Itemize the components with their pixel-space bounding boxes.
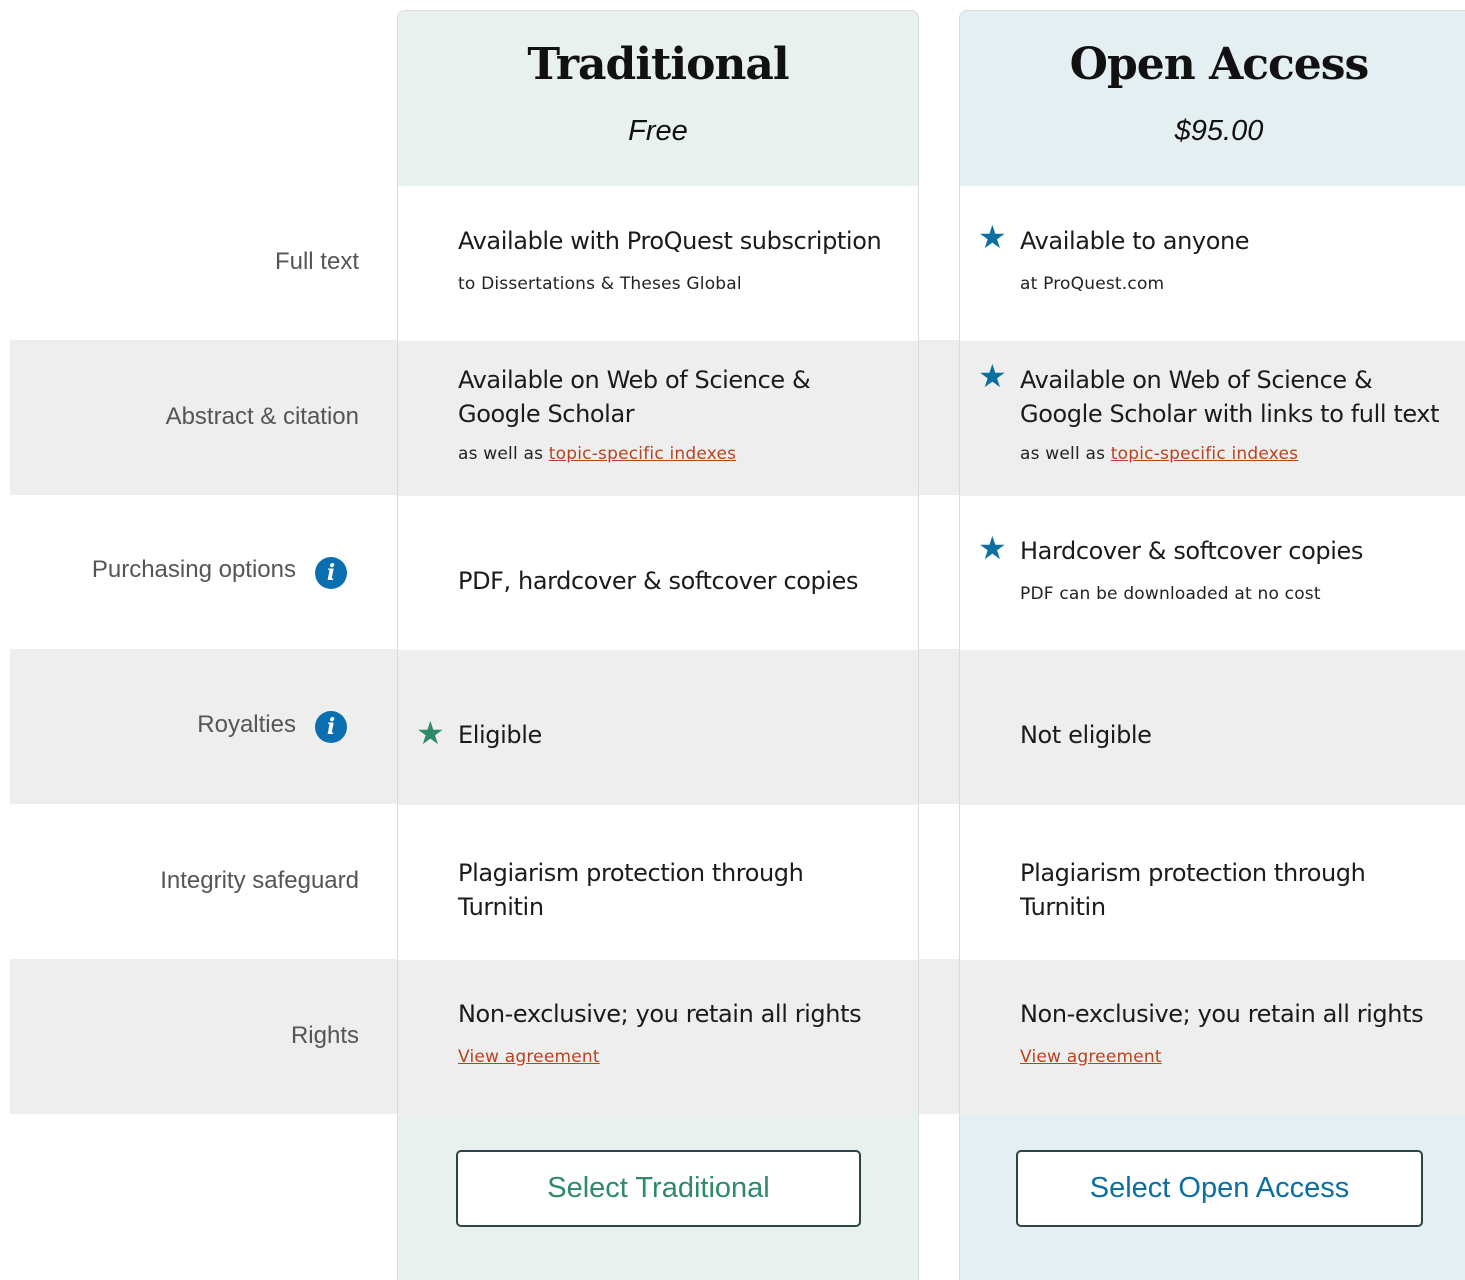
traditional-full-text-sub: to Dissertations & Theses Global <box>458 274 742 294</box>
traditional-rights-cell: Non-exclusive; you retain all rights Vie… <box>398 960 918 1115</box>
traditional-integrity-cell: Plagiarism protection through Turnitin <box>398 805 918 960</box>
open-access-abstract-star-icon: ★ <box>978 358 1007 394</box>
open-access-plan-header: Open Access $95.00 <box>960 11 1465 186</box>
open-access-rights-main: Non-exclusive; you retain all rights <box>1020 1000 1424 1028</box>
royalties-info-icon[interactable]: i <box>315 711 347 743</box>
open-access-plan-title: Open Access <box>1069 39 1370 90</box>
traditional-rights-main: Non-exclusive; you retain all rights <box>458 1000 862 1028</box>
open-access-integrity-main-line2: Turnitin <box>1020 893 1106 921</box>
open-access-abstract-main-line1: Available on Web of Science & <box>1020 366 1373 394</box>
traditional-plan-column: Traditional Free Available with ProQuest… <box>397 10 919 1280</box>
traditional-abstract-main-line1: Available on Web of Science & <box>458 366 811 394</box>
traditional-plan-header: Traditional Free <box>398 11 918 186</box>
open-access-plan-price: $95.00 <box>1174 115 1264 147</box>
open-access-royalties-main: Not eligible <box>1020 721 1152 749</box>
open-access-abstract-cell: ★ Available on Web of Science & Google S… <box>960 341 1465 496</box>
select-traditional-button[interactable]: Select Traditional <box>456 1150 861 1227</box>
traditional-purchasing-main: PDF, hardcover & softcover copies <box>458 567 859 595</box>
traditional-abstract-sub-prefix: as well as <box>458 444 549 464</box>
row-label-royalties: Royalties <box>197 711 296 738</box>
open-access-full-text-cell: ★ Available to anyone at ProQuest.com <box>960 186 1465 341</box>
open-access-full-text-main: Available to anyone <box>1020 227 1250 255</box>
purchasing-options-info-icon[interactable]: i <box>315 557 347 589</box>
row-label-rights: Rights <box>290 1022 359 1049</box>
traditional-integrity-main-line2: Turnitin <box>458 893 544 921</box>
open-access-purchasing-main: Hardcover & softcover copies <box>1020 537 1363 565</box>
row-label-full-text: Full text <box>274 248 359 275</box>
open-access-plan-column: Open Access $95.00 ★ Available to anyone… <box>959 10 1465 1280</box>
traditional-abstract-main-line2: Google Scholar <box>458 400 635 428</box>
open-access-royalties-cell: Not eligible <box>960 650 1465 805</box>
traditional-full-text-main: Available with ProQuest subscription <box>458 227 882 255</box>
traditional-topic-indexes-link[interactable]: topic-specific indexes <box>549 444 736 464</box>
open-access-integrity-main-line1: Plagiarism protection through <box>1020 859 1366 887</box>
traditional-integrity-main-line1: Plagiarism protection through <box>458 859 804 887</box>
traditional-plan-title: Traditional <box>527 39 789 90</box>
open-access-topic-indexes-link[interactable]: topic-specific indexes <box>1111 444 1298 464</box>
open-access-full-text-star-icon: ★ <box>978 219 1007 255</box>
open-access-purchasing-cell: ★ Hardcover & softcover copies PDF can b… <box>960 496 1465 651</box>
traditional-plan-price: Free <box>628 115 688 147</box>
traditional-abstract-cell: Available on Web of Science & Google Sch… <box>398 341 918 496</box>
open-access-abstract-main-line2: Google Scholar with links to full text <box>1020 400 1440 428</box>
traditional-abstract-sub: as well as topic-specific indexes <box>458 444 736 464</box>
row-label-abstract-citation: Abstract & citation <box>165 403 359 430</box>
traditional-purchasing-cell: PDF, hardcover & softcover copies <box>398 496 918 651</box>
open-access-view-agreement-link[interactable]: View agreement <box>1020 1047 1162 1067</box>
traditional-royalties-main: Eligible <box>458 721 542 749</box>
traditional-full-text-cell: Available with ProQuest subscription to … <box>398 186 918 341</box>
open-access-abstract-sub-prefix: as well as <box>1020 444 1111 464</box>
open-access-integrity-cell: Plagiarism protection through Turnitin <box>960 805 1465 960</box>
open-access-purchasing-star-icon: ★ <box>978 530 1007 566</box>
traditional-royalties-cell: ★ Eligible <box>398 650 918 805</box>
open-access-rights-cell: Non-exclusive; you retain all rights Vie… <box>960 960 1465 1115</box>
row-label-integrity-safeguard: Integrity safeguard <box>160 867 359 894</box>
open-access-full-text-sub: at ProQuest.com <box>1020 274 1165 294</box>
open-access-purchasing-sub: PDF can be downloaded at no cost <box>1020 584 1321 604</box>
select-open-access-button[interactable]: Select Open Access <box>1016 1150 1423 1227</box>
traditional-royalties-star-icon: ★ <box>416 715 445 751</box>
open-access-abstract-sub: as well as topic-specific indexes <box>1020 444 1298 464</box>
row-label-purchasing-options: Purchasing options <box>91 556 296 583</box>
traditional-view-agreement-link[interactable]: View agreement <box>458 1047 600 1067</box>
